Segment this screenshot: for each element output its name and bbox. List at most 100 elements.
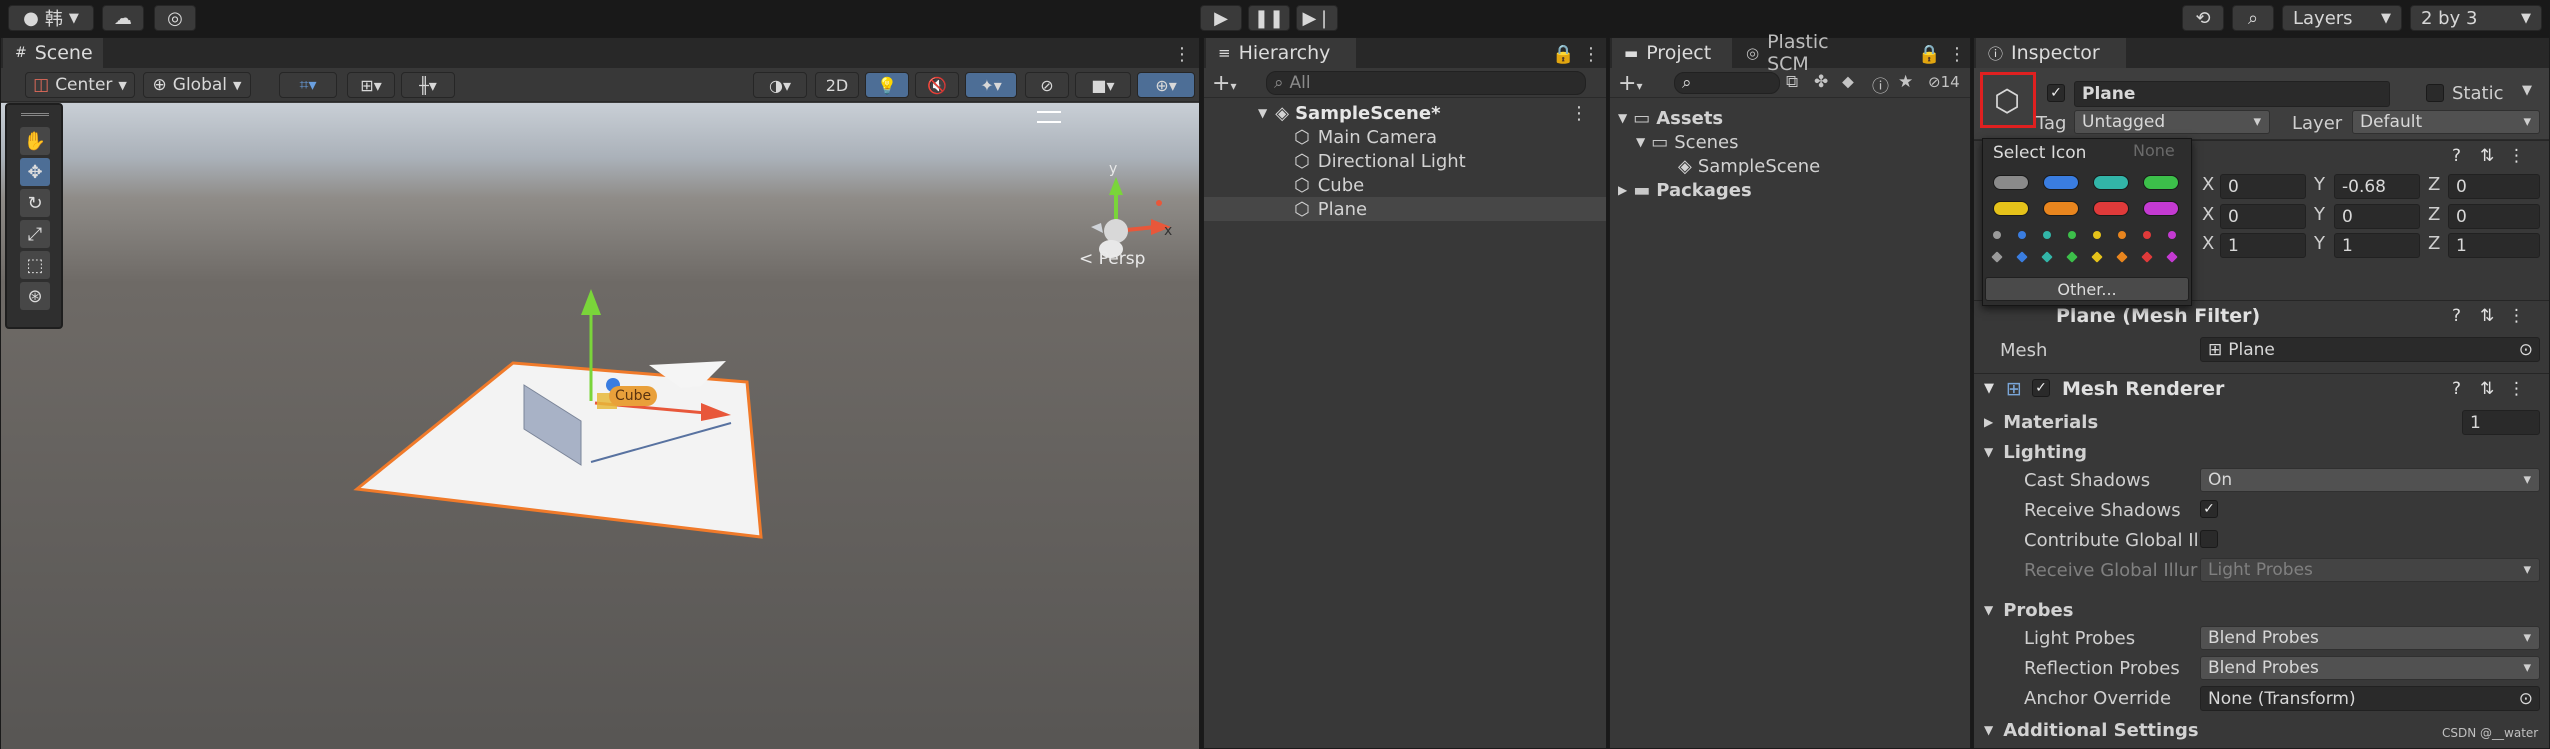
chevron-down-icon[interactable]: ▼ <box>2522 83 2532 98</box>
object-picker-icon[interactable]: ⊙ <box>2519 689 2533 709</box>
cloud-button[interactable]: ☁ <box>102 5 144 31</box>
scenes-folder-row[interactable]: ▼ ▭ Scenes <box>1636 130 1739 154</box>
scale-tool[interactable]: ⤢ <box>20 220 50 248</box>
receive-shadows-checkbox[interactable]: ✓ <box>2200 500 2218 518</box>
contribute-gi-checkbox[interactable] <box>2200 530 2218 548</box>
dot-icon-option[interactable] <box>2043 231 2051 239</box>
layers-dropdown[interactable]: Layers ▼ <box>2282 5 2402 31</box>
pause-button[interactable]: ❚❚ <box>1248 5 1290 31</box>
object-picker-icon[interactable]: ⊙ <box>2519 340 2533 360</box>
search-button[interactable]: ⌕ <box>2232 5 2274 31</box>
object-name-input[interactable]: Plane <box>2074 81 2390 107</box>
dot-icon-option[interactable] <box>2168 231 2176 239</box>
2d-toggle[interactable]: 2D <box>815 72 859 98</box>
tag-dropdown[interactable]: Untagged <box>2074 110 2270 134</box>
step-button[interactable]: ▶❘ <box>1296 5 1338 31</box>
active-checkbox[interactable]: ✓ <box>2047 84 2065 102</box>
gizmos-dropdown[interactable]: ⊕▾ <box>1137 72 1195 98</box>
scale-z-input[interactable]: 1 <box>2448 233 2540 258</box>
more-options-icon[interactable]: ⋮ <box>2508 306 2525 326</box>
dot-icon-option[interactable] <box>2068 231 2076 239</box>
more-options-icon[interactable]: ⋮ <box>1948 44 1966 65</box>
rotate-tool[interactable]: ↻ <box>20 189 50 217</box>
more-options-icon[interactable]: ⋮ <box>1173 44 1191 65</box>
light-probes-dropdown[interactable]: Blend Probes <box>2200 626 2540 650</box>
layout-dropdown[interactable]: 2 by 3 ▼ <box>2410 5 2542 31</box>
history-button[interactable]: ⟲ <box>2182 5 2224 31</box>
static-checkbox[interactable] <box>2426 84 2444 102</box>
visibility-toggle[interactable]: ⊘ <box>1025 72 1069 98</box>
tab-plastic-scm[interactable]: ◎ Plastic SCM <box>1734 31 1884 75</box>
collapse-arrow-icon[interactable]: ▼ <box>1984 381 1994 396</box>
search-by-type-icon[interactable]: ⧉ <box>1786 72 1798 92</box>
hierarchy-item[interactable]: ⬡ Main Camera <box>1294 125 1437 149</box>
overlay-handle-icon[interactable] <box>1037 111 1061 123</box>
label-icon-option[interactable] <box>2093 201 2129 216</box>
anchor-override-field[interactable]: None (Transform) ⊙ <box>2200 686 2540 711</box>
help-icon[interactable]: ? <box>2452 379 2461 399</box>
scale-x-input[interactable]: 1 <box>2220 233 2306 258</box>
diamond-icon-option[interactable] <box>2141 251 2153 263</box>
mesh-field[interactable]: ⊞ Plane ⊙ <box>2200 337 2540 362</box>
position-z-input[interactable]: 0 <box>2448 174 2540 199</box>
hierarchy-item[interactable]: ⬡ Directional Light <box>1294 149 1466 173</box>
materials-row[interactable]: ▶ Materials <box>1984 410 2098 434</box>
transform-tool[interactable]: ⊛ <box>20 282 50 310</box>
help-icon[interactable]: ? <box>2452 146 2461 166</box>
project-search-input[interactable]: ⌕ <box>1674 72 1780 94</box>
account-dropdown[interactable]: ● 韩 ▼ <box>8 5 94 31</box>
info-icon[interactable]: ⓘ <box>1872 72 1889 97</box>
palette-grip-icon[interactable] <box>21 113 49 116</box>
layer-dropdown[interactable]: Default <box>2352 110 2540 134</box>
diamond-icon-option[interactable] <box>2116 251 2128 263</box>
diamond-icon-option[interactable] <box>2066 251 2078 263</box>
grid-snap-button[interactable]: ⌗▾ <box>279 72 337 98</box>
rotation-z-input[interactable]: 0 <box>2448 204 2540 229</box>
label-icon-option[interactable] <box>2043 175 2079 190</box>
scale-y-input[interactable]: 1 <box>2334 233 2420 258</box>
label-icon-option[interactable] <box>1993 175 2029 190</box>
increment-snap-button[interactable]: ⊞▾ <box>347 72 395 98</box>
preset-icon[interactable]: ⇅ <box>2480 306 2494 326</box>
label-icon-option[interactable] <box>1993 201 2029 216</box>
scene-viewport[interactable]: y x < Persp Cube ✋ ✥ ↻ ⤢ ⬚ ⊛ <box>1 103 1199 749</box>
hierarchy-search-input[interactable]: ⌕ All <box>1266 71 1586 95</box>
move-tool[interactable]: ✥ <box>20 158 50 186</box>
additional-settings-section[interactable]: ▼ Additional Settings <box>1984 718 2199 742</box>
none-option[interactable]: None <box>2133 141 2175 160</box>
rotation-x-input[interactable]: 0 <box>2220 204 2306 229</box>
hierarchy-item[interactable]: ⬡ Cube <box>1294 173 1364 197</box>
materials-count-input[interactable]: 1 <box>2462 410 2540 435</box>
dot-icon-option[interactable] <box>2093 231 2101 239</box>
position-x-input[interactable]: 0 <box>2220 174 2306 199</box>
label-icon-option[interactable] <box>2143 201 2179 216</box>
diamond-icon-option[interactable] <box>2091 251 2103 263</box>
camera-dropdown[interactable]: ■▾ <box>1075 72 1131 98</box>
assets-folder-row[interactable]: ▼ ▭ Assets <box>1618 106 1723 130</box>
dot-icon-option[interactable] <box>2118 231 2126 239</box>
hierarchy-item-selected[interactable]: ⬡ Plane <box>1204 197 1606 221</box>
more-options-icon[interactable]: ⋮ <box>1582 44 1600 65</box>
pivot-dropdown[interactable]: ◫ Center ▼ <box>25 72 135 98</box>
more-options-icon[interactable]: ⋮ <box>2508 146 2525 166</box>
help-icon[interactable]: ? <box>2452 306 2461 326</box>
sample-scene-row[interactable]: ◈ SampleScene <box>1678 154 1820 178</box>
diamond-icon-option[interactable] <box>2166 251 2178 263</box>
mesh-renderer-enabled-checkbox[interactable]: ✓ <box>2032 379 2050 397</box>
favorite-icon[interactable]: ★ <box>1898 72 1913 92</box>
diamond-icon-option[interactable] <box>2016 251 2028 263</box>
add-button[interactable]: +▾ <box>1212 71 1236 96</box>
diamond-icon-option[interactable] <box>1991 251 2003 263</box>
play-button[interactable]: ▶ <box>1200 5 1242 31</box>
more-options-icon[interactable]: ⋮ <box>2508 379 2525 399</box>
search-by-label-icon[interactable]: ✤ <box>1814 72 1828 92</box>
effects-dropdown[interactable]: ✦▾ <box>965 72 1017 98</box>
dot-icon-option[interactable] <box>2143 231 2151 239</box>
ruler-button[interactable]: ╫▾ <box>401 72 455 98</box>
space-dropdown[interactable]: ⊕ Global ▼ <box>143 72 251 98</box>
mesh-renderer-header[interactable]: ▼ ⊞ ✓ Mesh Renderer ? ⇅ ⋮ <box>1974 373 2549 403</box>
other-icon-button[interactable]: Other... <box>1985 277 2189 301</box>
more-options-icon[interactable]: ⋮ <box>1570 103 1588 124</box>
dot-icon-option[interactable] <box>2018 231 2026 239</box>
lock-icon[interactable]: 🔒 <box>1918 44 1940 65</box>
